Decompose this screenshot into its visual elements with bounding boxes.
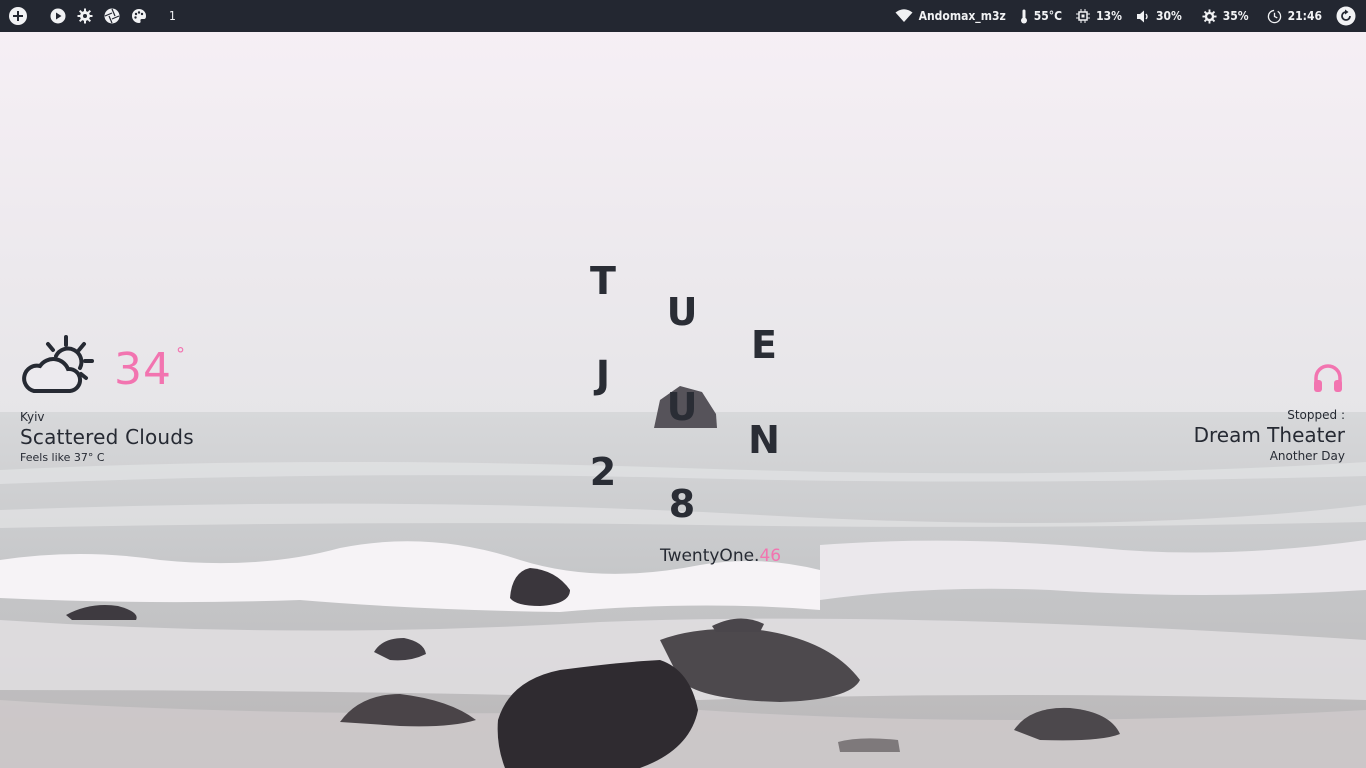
weather-widget: 34 ° Kyiv Scattered Clouds Feels like 37… — [20, 334, 194, 464]
workspace-indicator[interactable]: 1 — [169, 9, 176, 23]
top-panel: 1 Andomax_m3z 55°C 13% 30% 35% 21:46 — [0, 0, 1366, 32]
weather-city: Kyiv — [20, 410, 45, 424]
brightness-status[interactable]: 35% — [1202, 8, 1249, 24]
weather-description: Scattered Clouds — [20, 425, 194, 449]
month-letter-1: J — [595, 353, 611, 397]
clock-time: 21:46 — [1287, 9, 1322, 23]
month-letter-3: N — [748, 418, 780, 462]
clock[interactable]: 21:46 — [1267, 9, 1322, 24]
wifi-name: Andomax_m3z — [918, 9, 1006, 23]
degree-symbol: ° — [176, 344, 185, 365]
gear-icon[interactable] — [77, 8, 93, 24]
clock-icon — [1267, 9, 1282, 24]
time-in-words: TwentyOne.46 — [660, 546, 781, 566]
weather-header: 34 ° — [20, 334, 194, 396]
brightness-icon — [1202, 8, 1217, 24]
time-hour-words: TwentyOne. — [660, 546, 760, 566]
palette-icon[interactable] — [131, 8, 147, 24]
power-refresh-icon[interactable] — [1336, 6, 1356, 26]
aperture-icon[interactable] — [104, 8, 120, 24]
brightness-value: 35% — [1222, 9, 1249, 23]
thermometer-icon — [1020, 9, 1028, 24]
play-icon[interactable] — [50, 8, 66, 24]
cpu-icon — [1076, 9, 1091, 23]
music-title: Another Day — [1269, 449, 1345, 463]
day-letter-3: E — [751, 323, 777, 367]
add-circle-icon[interactable] — [8, 6, 28, 26]
month-letter-2: U — [666, 385, 698, 429]
wifi-icon — [895, 9, 913, 23]
volume-value: 30% — [1155, 9, 1182, 23]
day-digit-1: 2 — [589, 450, 617, 494]
day-digit-2: 8 — [668, 482, 696, 526]
desktop-wallpaper — [0, 0, 1366, 768]
music-artist: Dream Theater — [1193, 423, 1345, 447]
music-status: Stopped : — [1287, 408, 1345, 422]
weather-temperature: 34 — [114, 344, 172, 395]
panel-left-group: 1 — [8, 0, 176, 32]
weather-feels-like: Feels like 37° C — [20, 451, 105, 464]
music-widget: Stopped : Dream Theater Another Day — [1194, 360, 1345, 463]
day-letter-2: U — [666, 290, 698, 334]
volume-status[interactable]: 30% — [1136, 9, 1182, 23]
day-letter-1: T — [590, 259, 616, 303]
wifi-status[interactable]: Andomax_m3z — [895, 9, 1006, 23]
cpu-value: 13% — [1096, 9, 1122, 23]
cloud-sun-icon — [20, 334, 100, 396]
headphones-icon[interactable] — [1311, 360, 1345, 394]
volume-icon — [1136, 10, 1150, 23]
time-minutes: 46 — [759, 546, 782, 566]
temperature-status[interactable]: 55°C — [1020, 9, 1062, 24]
temperature-value: 55°C — [1033, 9, 1063, 23]
cpu-status[interactable]: 13% — [1076, 9, 1122, 23]
panel-right-group: Andomax_m3z 55°C 13% 30% 35% 21:46 — [881, 0, 1356, 32]
